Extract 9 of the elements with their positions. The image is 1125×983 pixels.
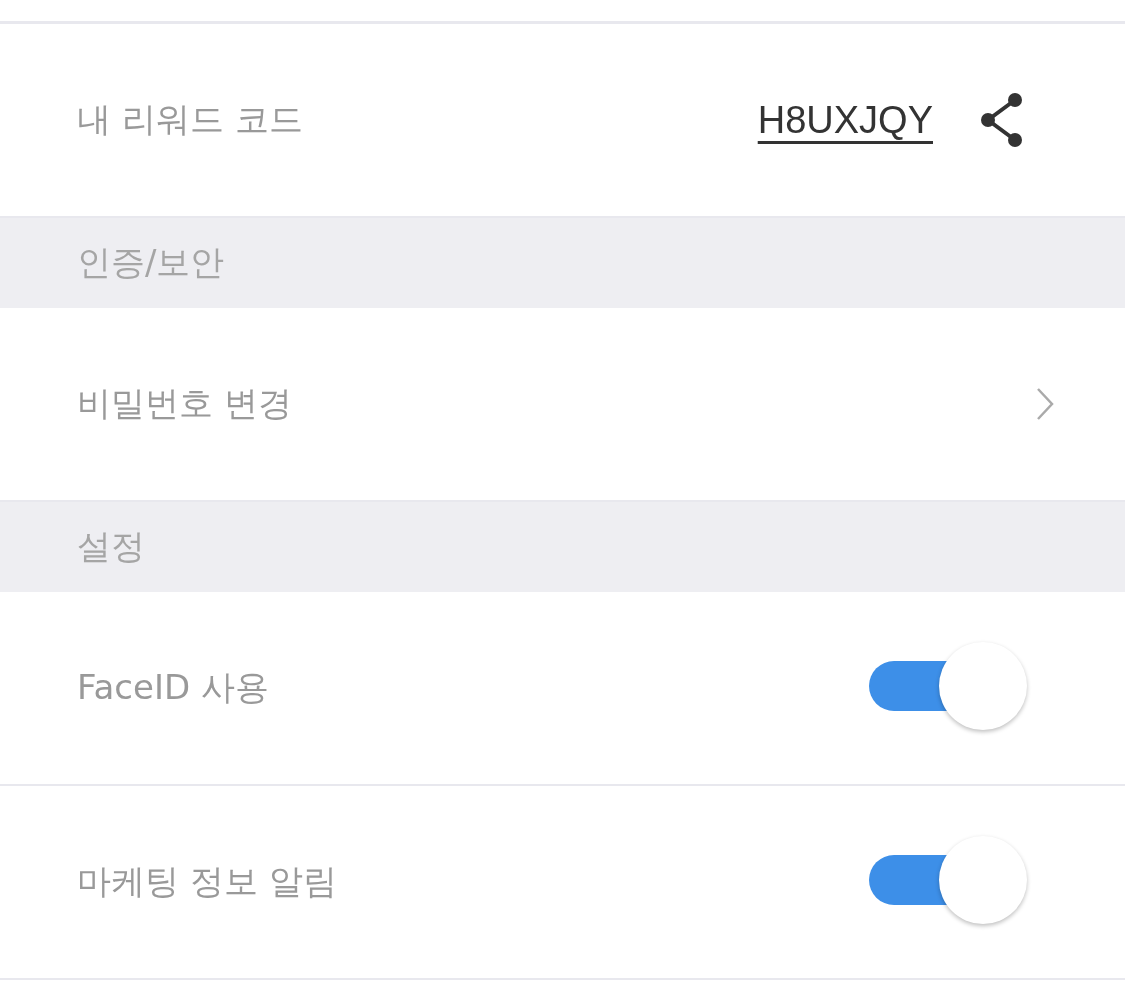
row-label: FaceID 사용 bbox=[77, 666, 270, 709]
section-header: 인증/보안 bbox=[0, 218, 1125, 308]
section-header: 설정 bbox=[0, 502, 1125, 592]
row-label: 내 리워드 코드 bbox=[77, 98, 304, 141]
row-label: 마케팅 정보 알림 bbox=[77, 860, 338, 903]
share-icon[interactable] bbox=[979, 93, 1025, 147]
chevron-icon[interactable] bbox=[1036, 387, 1054, 421]
row-label: 비밀번호 변경 bbox=[77, 382, 293, 425]
reward-code[interactable]: H8UXJQY bbox=[757, 98, 933, 142]
